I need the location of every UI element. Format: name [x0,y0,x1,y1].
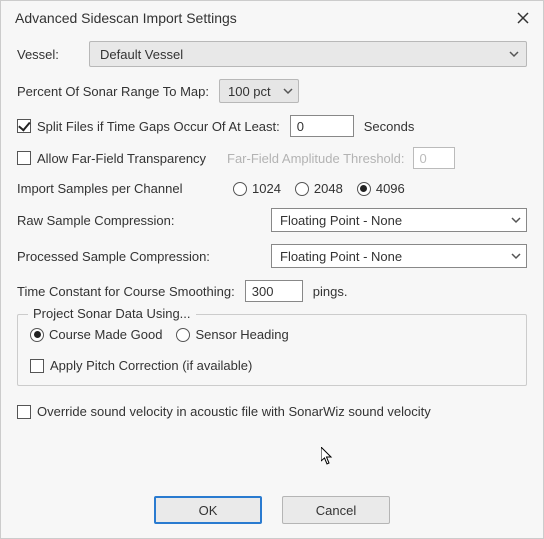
project-radio-sensor[interactable]: Sensor Heading [176,327,288,342]
button-bar: OK Cancel [1,496,543,524]
chevron-down-icon [508,48,520,60]
samples-radio-1024[interactable]: 1024 [233,181,281,196]
cancel-button[interactable]: Cancel [282,496,390,524]
vessel-value: Default Vessel [100,47,183,62]
project-radio-group: Course Made Good Sensor Heading [30,327,289,342]
proc-comp-select[interactable]: Floating Point - None [271,244,527,268]
vessel-row: Vessel: Default Vessel [17,41,527,67]
samples-row: Import Samples per Channel 1024 2048 409… [17,181,527,196]
title-bar: Advanced Sidescan Import Settings [1,1,543,35]
dialog-window: Advanced Sidescan Import Settings Vessel… [0,0,544,539]
vessel-label: Vessel: [17,47,89,62]
far-field-label: Allow Far-Field Transparency [37,151,219,166]
far-field-thresh-input: 0 [413,147,455,169]
ok-button[interactable]: OK [154,496,262,524]
window-title: Advanced Sidescan Import Settings [15,10,237,26]
pct-range-row: Percent Of Sonar Range To Map: 100 pct [17,79,527,103]
samples-radio-4096[interactable]: 4096 [357,181,405,196]
time-const-input[interactable]: 300 [245,280,303,302]
dialog-content: Vessel: Default Vessel Percent Of Sonar … [1,35,543,419]
override-checkbox[interactable] [17,405,31,419]
project-radio-row: Course Made Good Sensor Heading [30,327,514,342]
far-field-row: Allow Far-Field Transparency Far-Field A… [17,147,527,169]
raw-comp-row: Raw Sample Compression: Floating Point -… [17,208,527,232]
split-files-label: Split Files if Time Gaps Occur Of At Lea… [37,119,280,134]
time-const-label: Time Constant for Course Smoothing: [17,284,235,299]
chevron-down-icon [510,214,522,226]
time-const-unit: pings. [313,284,348,299]
project-fieldset: Project Sonar Data Using... Course Made … [17,314,527,386]
radio-icon [233,182,247,196]
pitch-label: Apply Pitch Correction (if available) [50,358,252,373]
proc-comp-label: Processed Sample Compression: [17,249,271,264]
pct-range-label: Percent Of Sonar Range To Map: [17,84,209,99]
radio-icon [30,328,44,342]
proc-comp-value: Floating Point - None [280,249,402,264]
split-files-unit: Seconds [364,119,415,134]
raw-comp-select[interactable]: Floating Point - None [271,208,527,232]
pct-range-value: 100 pct [228,84,271,99]
close-icon [516,11,530,25]
time-const-row: Time Constant for Course Smoothing: 300 … [17,280,527,302]
cursor-icon [321,447,335,465]
samples-radio-2048[interactable]: 2048 [295,181,343,196]
split-files-input[interactable]: 0 [290,115,354,137]
samples-radio-group: 1024 2048 4096 [233,181,405,196]
pitch-row: Apply Pitch Correction (if available) [30,358,514,373]
project-radio-course[interactable]: Course Made Good [30,327,162,342]
radio-icon [176,328,190,342]
split-files-checkbox[interactable] [17,119,31,133]
samples-label: Import Samples per Channel [17,181,233,196]
raw-comp-label: Raw Sample Compression: [17,213,271,228]
pitch-checkbox[interactable] [30,359,44,373]
split-files-row: Split Files if Time Gaps Occur Of At Lea… [17,115,527,137]
proc-comp-row: Processed Sample Compression: Floating P… [17,244,527,268]
pct-range-select[interactable]: 100 pct [219,79,299,103]
far-field-thresh-label: Far-Field Amplitude Threshold: [227,151,405,166]
chevron-down-icon [510,250,522,262]
chevron-down-icon [282,85,294,97]
override-row: Override sound velocity in acoustic file… [17,404,527,419]
override-label: Override sound velocity in acoustic file… [37,404,431,419]
vessel-select[interactable]: Default Vessel [89,41,527,67]
far-field-checkbox[interactable] [17,151,31,165]
close-button[interactable] [513,8,533,28]
raw-comp-value: Floating Point - None [280,213,402,228]
radio-icon [295,182,309,196]
radio-icon [357,182,371,196]
project-legend: Project Sonar Data Using... [28,306,196,321]
